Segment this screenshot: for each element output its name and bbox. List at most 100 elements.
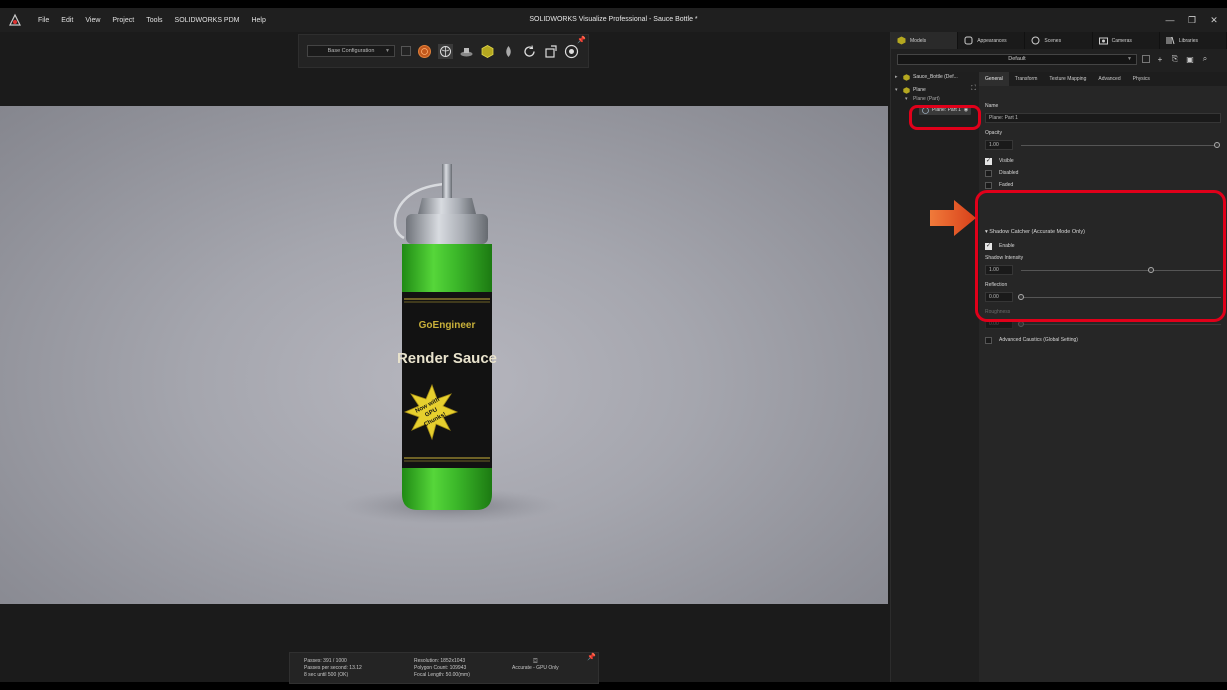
model-cube-icon [903,86,910,94]
camera-shutter-icon[interactable] [564,44,579,59]
callout-arrow-icon [930,200,976,236]
advanced-caustics-checkbox[interactable] [985,337,992,344]
subtab-physics[interactable]: Physics [1127,72,1156,86]
roughness-label: Roughness [985,309,1011,315]
preset-list-icon[interactable] [1142,55,1150,63]
reflection-label: Reflection [985,282,1008,288]
menu-help[interactable]: Help [245,17,271,24]
window-controls: — ❐ ✕ [1163,8,1221,32]
shadow-intensity-slider-handle[interactable] [1148,267,1154,273]
bottle-label [402,292,492,468]
collapse-arrow-icon[interactable]: ▾ [985,229,988,235]
tab-scenes[interactable]: Scenes [1025,32,1093,49]
brain-icon[interactable] [438,43,453,59]
shadow-intensity-input[interactable]: 1.00 [985,265,1013,275]
shadow-catcher-title: Shadow Catcher (Accurate Mode Only) [989,229,1085,235]
tab-appearances[interactable]: Appearances [958,32,1026,49]
shadow-catcher-section[interactable]: ▾ Shadow Catcher (Accurate Mode Only) [985,229,1085,235]
reflection-input[interactable]: 0.00 [985,292,1013,302]
visible-checkbox[interactable] [985,157,992,165]
model-cube-icon[interactable] [480,44,495,59]
visible-label: Visible [999,158,1014,164]
tree-item-root-label: Sauce_Bottle (Def... [913,74,958,80]
subtab-texture-mapping[interactable]: Texture Mapping [1043,72,1092,86]
status-passes-group: Passes: 391 / 1000 Passes per second: 13… [304,658,362,679]
title-bar: File Edit View Project Tools SOLIDWORKS … [0,8,1227,32]
tab-models[interactable]: Models [891,32,959,49]
menu-tools[interactable]: Tools [140,17,168,24]
palette-panel: Models Appearances Scenes Cameras Librar… [890,32,1227,682]
status-mode-group: ⌼ Accurate - GPU Only [512,658,559,672]
refresh-icon[interactable] [522,44,537,59]
reflection-slider[interactable] [1018,294,1221,300]
shadow-intensity-slider[interactable] [1021,267,1221,273]
opacity-slider-handle[interactable] [1214,142,1220,148]
restore-icon[interactable]: ❐ [1185,15,1199,26]
preset-row: Default ▼ + ⎘ ▣ ⌕ [897,53,1223,65]
frame-selection-icon[interactable]: ⛶ [971,85,976,93]
configuration-list-icon[interactable] [401,46,411,56]
status-pin-icon[interactable]: 📌 [587,653,596,661]
subtab-advanced[interactable]: Advanced [1092,72,1126,86]
disabled-label: Disabled [999,170,1019,176]
menu-project[interactable]: Project [106,17,140,24]
faded-checkbox[interactable] [985,182,992,189]
tree-item-plane-label: Plane [913,87,926,93]
tree-item-plane-part-group[interactable]: ▾ Plane (Part) [905,94,940,104]
bottle-cap [406,214,488,244]
reflection-slider-handle[interactable] [1018,294,1024,300]
render-status-bar: Passes: 391 / 1000 Passes per second: 13… [289,652,599,684]
status-scene-group: Resolution: 1852x1043 Polygon Count: 109… [414,658,470,679]
tree-item-plane-part-1[interactable]: Plane: Part 1 ◉ [919,105,972,115]
configuration-value: Base Configuration [327,48,375,54]
menu-bar: File Edit View Project Tools SOLIDWORKS … [32,17,272,24]
collapse-arrow-icon[interactable]: ▾ [905,96,910,102]
part-icon [922,106,929,114]
render-sphere-icon[interactable] [417,44,432,59]
search-icon[interactable]: ⌕ [1200,54,1210,64]
expand-arrow-icon[interactable]: ▸ [895,74,900,80]
bottle-cap-top [418,198,476,214]
export-icon[interactable] [543,44,558,59]
collapse-arrow-icon[interactable]: ▾ [895,87,900,93]
subtab-transform[interactable]: Transform [1009,72,1044,86]
name-input[interactable]: Plane: Part 1 [985,113,1221,123]
save-icon[interactable]: ▣ [1185,55,1195,64]
tab-appearances-label: Appearances [977,37,1007,44]
roughness-slider [1018,321,1221,327]
menu-file[interactable]: File [32,17,55,24]
menu-solidworks-pdm[interactable]: SOLIDWORKS PDM [169,17,246,24]
import-icon[interactable]: ⎘ [1170,54,1180,64]
preset-select[interactable]: Default ▼ [897,53,1137,65]
appearance-badge-icon[interactable]: ◉ [964,107,968,113]
scene-icon [1031,36,1040,45]
shadow-enable-label: Enable [999,243,1015,249]
minimize-icon[interactable]: — [1163,15,1177,25]
render-viewport[interactable]: GoEngineer Render Sauce Now with GPU Chu… [0,106,888,604]
scene-floor-icon[interactable] [459,44,474,59]
disabled-checkbox[interactable] [985,170,992,177]
menu-edit[interactable]: Edit [55,17,79,24]
opacity-input[interactable]: 1.00 [985,140,1013,150]
toolbar-pin-icon[interactable]: 📌 [577,36,586,44]
tab-libraries[interactable]: Libraries [1160,32,1227,49]
bottle-nozzle [442,164,452,198]
shadow-enable-checkbox[interactable] [985,242,992,250]
viewport-toolbar: Base Configuration ▼ 📌 [298,34,589,68]
status-resolution: Resolution: 1852x1043 [414,658,466,664]
viewport-area: Base Configuration ▼ 📌 GoEngineer Render… [0,32,890,684]
configuration-select[interactable]: Base Configuration ▼ [307,45,395,57]
status-focal-length: Focal Length: 50.00(mm) [414,672,470,678]
add-icon[interactable]: + [1155,55,1165,64]
visualize-app: File Edit View Project Tools SOLIDWORKS … [0,8,1227,684]
tree-item-root[interactable]: ▸ Sauce_Bottle (Def... [895,72,958,82]
tab-cameras[interactable]: Cameras [1093,32,1160,49]
subtab-general[interactable]: General [979,72,1009,86]
visualize-logo-icon[interactable] [8,13,22,27]
menu-view[interactable]: View [79,17,106,24]
appearance-drop-icon[interactable] [501,44,516,59]
camera-icon [1098,37,1108,45]
chevron-down-icon: ▼ [1127,55,1132,62]
close-icon[interactable]: ✕ [1207,15,1221,26]
opacity-slider[interactable] [1021,142,1220,148]
